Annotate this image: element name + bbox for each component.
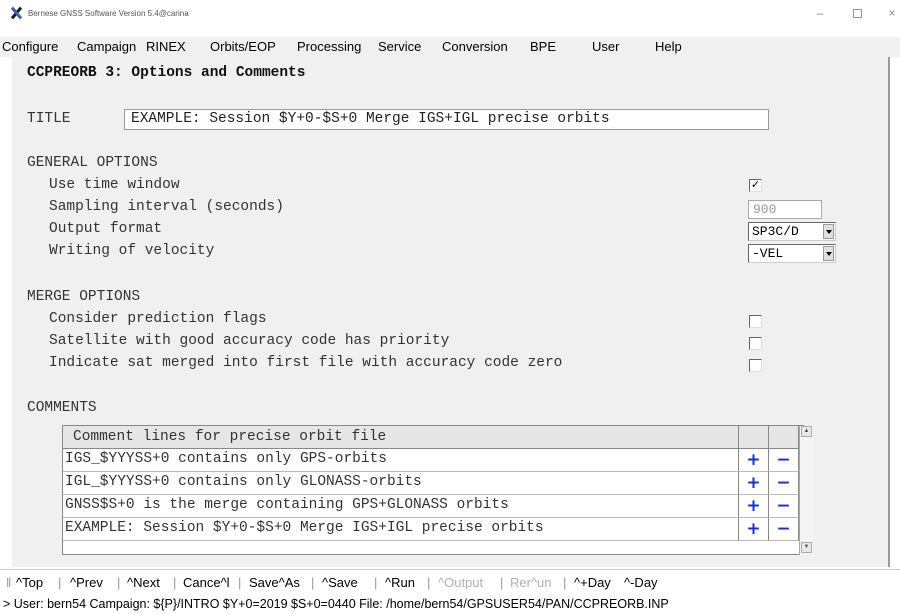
next-button[interactable]: ^Next bbox=[127, 575, 160, 590]
menu-help[interactable]: Help bbox=[655, 39, 682, 54]
x-window-icon bbox=[10, 6, 23, 20]
add-row-button[interactable]: + bbox=[739, 449, 769, 472]
close-button[interactable]: × bbox=[872, 0, 900, 26]
remove-row-button[interactable]: − bbox=[769, 495, 799, 518]
toolbar-separator: | bbox=[311, 575, 315, 590]
table-row: IGL_$YYYSS+0 contains only GLONASS-orbit… bbox=[63, 472, 805, 495]
output-format-select[interactable]: SP3C/D bbox=[748, 222, 836, 241]
add-row-button[interactable]: + bbox=[739, 472, 769, 495]
scroll-up-icon[interactable]: ▲ bbox=[801, 426, 812, 437]
menu-bpe[interactable]: BPE bbox=[530, 39, 556, 54]
toolbar-separator: | bbox=[117, 575, 121, 590]
table-header-cell bbox=[769, 426, 799, 449]
use-time-window-label: Use time window bbox=[49, 177, 180, 193]
velocity-value: -VEL bbox=[752, 246, 784, 261]
bottom-toolbar: ‖ ^Top | ^Prev | ^Next | Cance^l | Save^… bbox=[0, 573, 900, 593]
output-format-value: SP3C/D bbox=[752, 224, 799, 239]
comment-cell[interactable]: IGL_$YYYSS+0 contains only GLONASS-orbit… bbox=[63, 472, 739, 495]
menu-service[interactable]: Service bbox=[378, 39, 421, 54]
comment-cell[interactable]: GNSS$S+0 is the merge containing GPS+GLO… bbox=[63, 495, 739, 518]
title-label: TITLE bbox=[27, 111, 71, 127]
remove-row-button[interactable]: − bbox=[769, 472, 799, 495]
menu-bar: Configure Campaign RINEX Orbits/EOP Proc… bbox=[0, 37, 900, 57]
menu-campaign[interactable]: Campaign bbox=[77, 39, 136, 54]
menu-processing[interactable]: Processing bbox=[297, 39, 361, 54]
table-row: EXAMPLE: Session $Y+0-$S+0 Merge IGS+IGL… bbox=[63, 518, 805, 541]
comments-heading: COMMENTS bbox=[27, 400, 97, 416]
comment-cell[interactable]: IGS_$YYYSS+0 contains only GPS-orbits bbox=[63, 449, 739, 472]
add-row-button[interactable]: + bbox=[739, 518, 769, 541]
cancel-button[interactable]: Cance^l bbox=[183, 575, 230, 590]
menu-orbits-eop[interactable]: Orbits/EOP bbox=[210, 39, 276, 54]
accuracy-priority-checkbox[interactable] bbox=[749, 337, 762, 350]
table-scrollbar[interactable]: ▲ ▼ bbox=[799, 426, 813, 555]
minimize-button[interactable]: – bbox=[800, 0, 840, 26]
merge-option-label: Consider prediction flags bbox=[49, 311, 267, 327]
remove-row-button[interactable]: − bbox=[769, 449, 799, 472]
save-button[interactable]: ^Save bbox=[322, 575, 358, 590]
sampling-interval-label: Sampling interval (seconds) bbox=[49, 199, 284, 215]
toolbar-separator: | bbox=[238, 575, 242, 590]
dropdown-arrow-icon[interactable] bbox=[823, 224, 834, 239]
top-button[interactable]: ^Top bbox=[16, 575, 43, 590]
menu-configure[interactable]: Configure bbox=[2, 39, 58, 54]
panel-border bbox=[888, 57, 890, 567]
add-row-button[interactable]: + bbox=[739, 495, 769, 518]
check-icon: ✓ bbox=[750, 179, 761, 191]
maximize-icon bbox=[852, 8, 862, 18]
table-header-label: Comment lines for precise orbit file bbox=[73, 429, 387, 445]
window-title: Bernese GNSS Software Version 5.4@carina bbox=[28, 8, 189, 18]
toolbar-separator: | bbox=[427, 575, 431, 590]
velocity-select[interactable]: -VEL bbox=[748, 244, 836, 263]
dropdown-arrow-icon[interactable] bbox=[823, 246, 834, 261]
toolbar-separator: | bbox=[500, 575, 504, 590]
status-bar: > User: bern54 Campaign: ${P}/INTRO $Y+0… bbox=[0, 595, 900, 614]
maximize-button[interactable] bbox=[837, 0, 877, 26]
output-format-label: Output format bbox=[49, 221, 163, 237]
next-day-button[interactable]: ^+Day bbox=[574, 575, 611, 590]
divider bbox=[0, 569, 900, 570]
use-time-window-checkbox[interactable]: ✓ bbox=[749, 179, 762, 192]
table-row: IGS_$YYYSS+0 contains only GPS-orbits + … bbox=[63, 449, 805, 472]
general-options-heading: GENERAL OPTIONS bbox=[27, 155, 158, 171]
merge-options-heading: MERGE OPTIONS bbox=[27, 289, 141, 305]
menu-rinex[interactable]: RINEX bbox=[146, 39, 186, 54]
menu-user[interactable]: User bbox=[592, 39, 619, 54]
sampling-interval-input[interactable]: 900 bbox=[748, 200, 822, 219]
prev-day-button[interactable]: ^-Day bbox=[624, 575, 658, 590]
toolbar-separator: | bbox=[58, 575, 62, 590]
output-button[interactable]: ^Output bbox=[438, 575, 483, 590]
comment-cell[interactable]: EXAMPLE: Session $Y+0-$S+0 Merge IGS+IGL… bbox=[63, 518, 739, 541]
accuracy-zero-checkbox[interactable] bbox=[749, 359, 762, 372]
rerun-button[interactable]: Rer^un bbox=[510, 575, 552, 590]
merge-option-label: Indicate sat merged into first file with… bbox=[49, 355, 563, 371]
comments-table: Comment lines for precise orbit file IGS… bbox=[62, 425, 813, 555]
window-titlebar: Bernese GNSS Software Version 5.4@carina bbox=[0, 0, 900, 26]
toolbar-separator: | bbox=[563, 575, 567, 590]
run-button[interactable]: ^Run bbox=[385, 575, 415, 590]
merge-option-label: Satellite with good accuracy code has pr… bbox=[49, 333, 450, 349]
scroll-down-icon[interactable]: ▼ bbox=[801, 542, 812, 553]
title-input[interactable]: EXAMPLE: Session $Y+0-$S+0 Merge IGS+IGL… bbox=[124, 109, 769, 130]
status-text: > User: bern54 Campaign: ${P}/INTRO $Y+0… bbox=[3, 597, 669, 611]
menu-conversion[interactable]: Conversion bbox=[442, 39, 508, 54]
prediction-flags-checkbox[interactable] bbox=[749, 315, 762, 328]
table-row: GNSS$S+0 is the merge containing GPS+GLO… bbox=[63, 495, 805, 518]
table-header: Comment lines for precise orbit file bbox=[63, 426, 739, 449]
prev-button[interactable]: ^Prev bbox=[70, 575, 103, 590]
toolbar-handle: ‖ bbox=[6, 575, 12, 590]
remove-row-button[interactable]: − bbox=[769, 518, 799, 541]
toolbar-separator: | bbox=[173, 575, 177, 590]
velocity-label: Writing of velocity bbox=[49, 243, 215, 259]
panel-heading: CCPREORB 3: Options and Comments bbox=[27, 65, 306, 81]
save-as-button[interactable]: Save^As bbox=[249, 575, 300, 590]
input-panel: CCPREORB 3: Options and Comments TITLE E… bbox=[12, 57, 888, 567]
toolbar-separator: | bbox=[374, 575, 378, 590]
table-header-cell bbox=[739, 426, 769, 449]
